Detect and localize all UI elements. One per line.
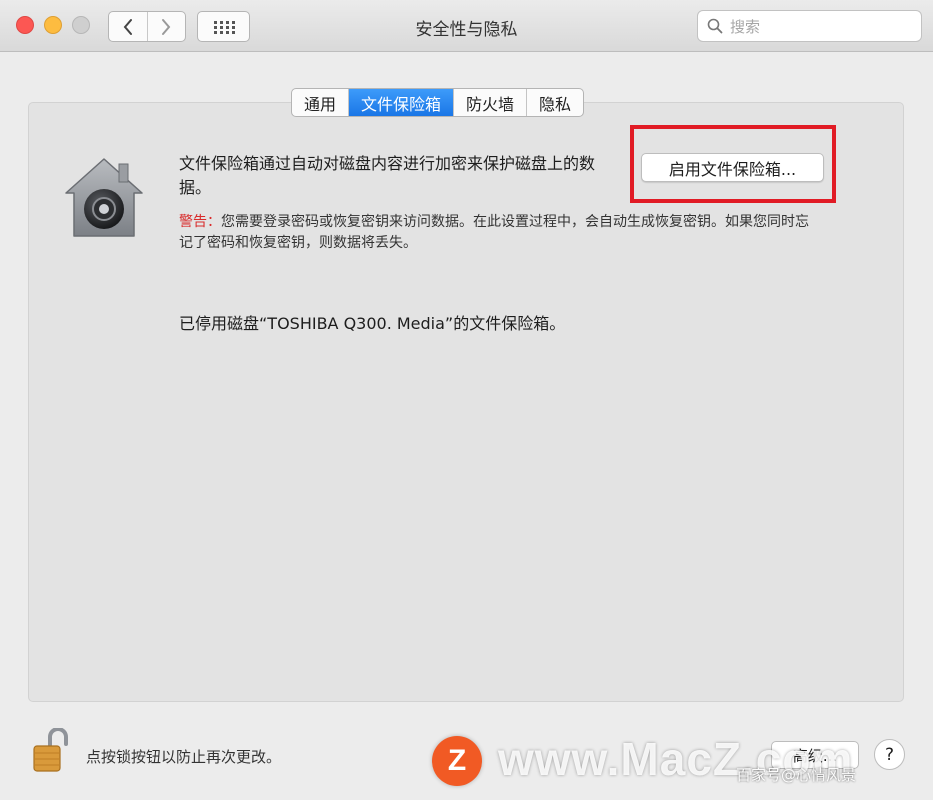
lock-instruction: 点按锁按钮以防止再次更改。 (86, 748, 282, 766)
search-icon (707, 18, 723, 34)
tab-general[interactable]: 通用 (292, 89, 348, 116)
filevault-description: 文件保险箱通过自动对磁盘内容进行加密来保护磁盘上的数据。 (179, 154, 596, 197)
title-bar: 安全性与隐私 搜索 (0, 0, 933, 52)
search-field[interactable]: 搜索 (697, 10, 922, 42)
highlight-box (630, 125, 836, 203)
filevault-house-icon (63, 156, 145, 244)
lock-button[interactable] (30, 727, 72, 778)
warning-text: 您需要登录密码或恢复密钥来访问数据。在此设置过程中，会自动生成恢复密钥。如果您同… (179, 214, 809, 251)
search-placeholder: 搜索 (730, 17, 761, 36)
tab-firewall[interactable]: 防火墙 (453, 89, 526, 116)
filevault-status: 已停用磁盘“TOSHIBA Q300. Media”的文件保险箱。 (179, 314, 566, 333)
tab-filevault[interactable]: 文件保险箱 (348, 89, 454, 116)
watermark-logo-letter: Z (447, 744, 467, 777)
help-button[interactable]: ? (874, 739, 905, 770)
warning-label: 警告： (179, 214, 221, 230)
warning-message: 警告：您需要登录密码或恢复密钥来访问数据。在此设置过程中，会自动生成恢复密钥。如… (179, 212, 819, 254)
lock-icon (33, 727, 68, 772)
tab-privacy[interactable]: 隐私 (526, 89, 583, 116)
watermark-logo: Z (432, 736, 482, 786)
tab-bar: 通用 文件保险箱 防火墙 隐私 (291, 88, 585, 117)
watermark-small-text: 百家号@心情风景 (736, 766, 857, 784)
